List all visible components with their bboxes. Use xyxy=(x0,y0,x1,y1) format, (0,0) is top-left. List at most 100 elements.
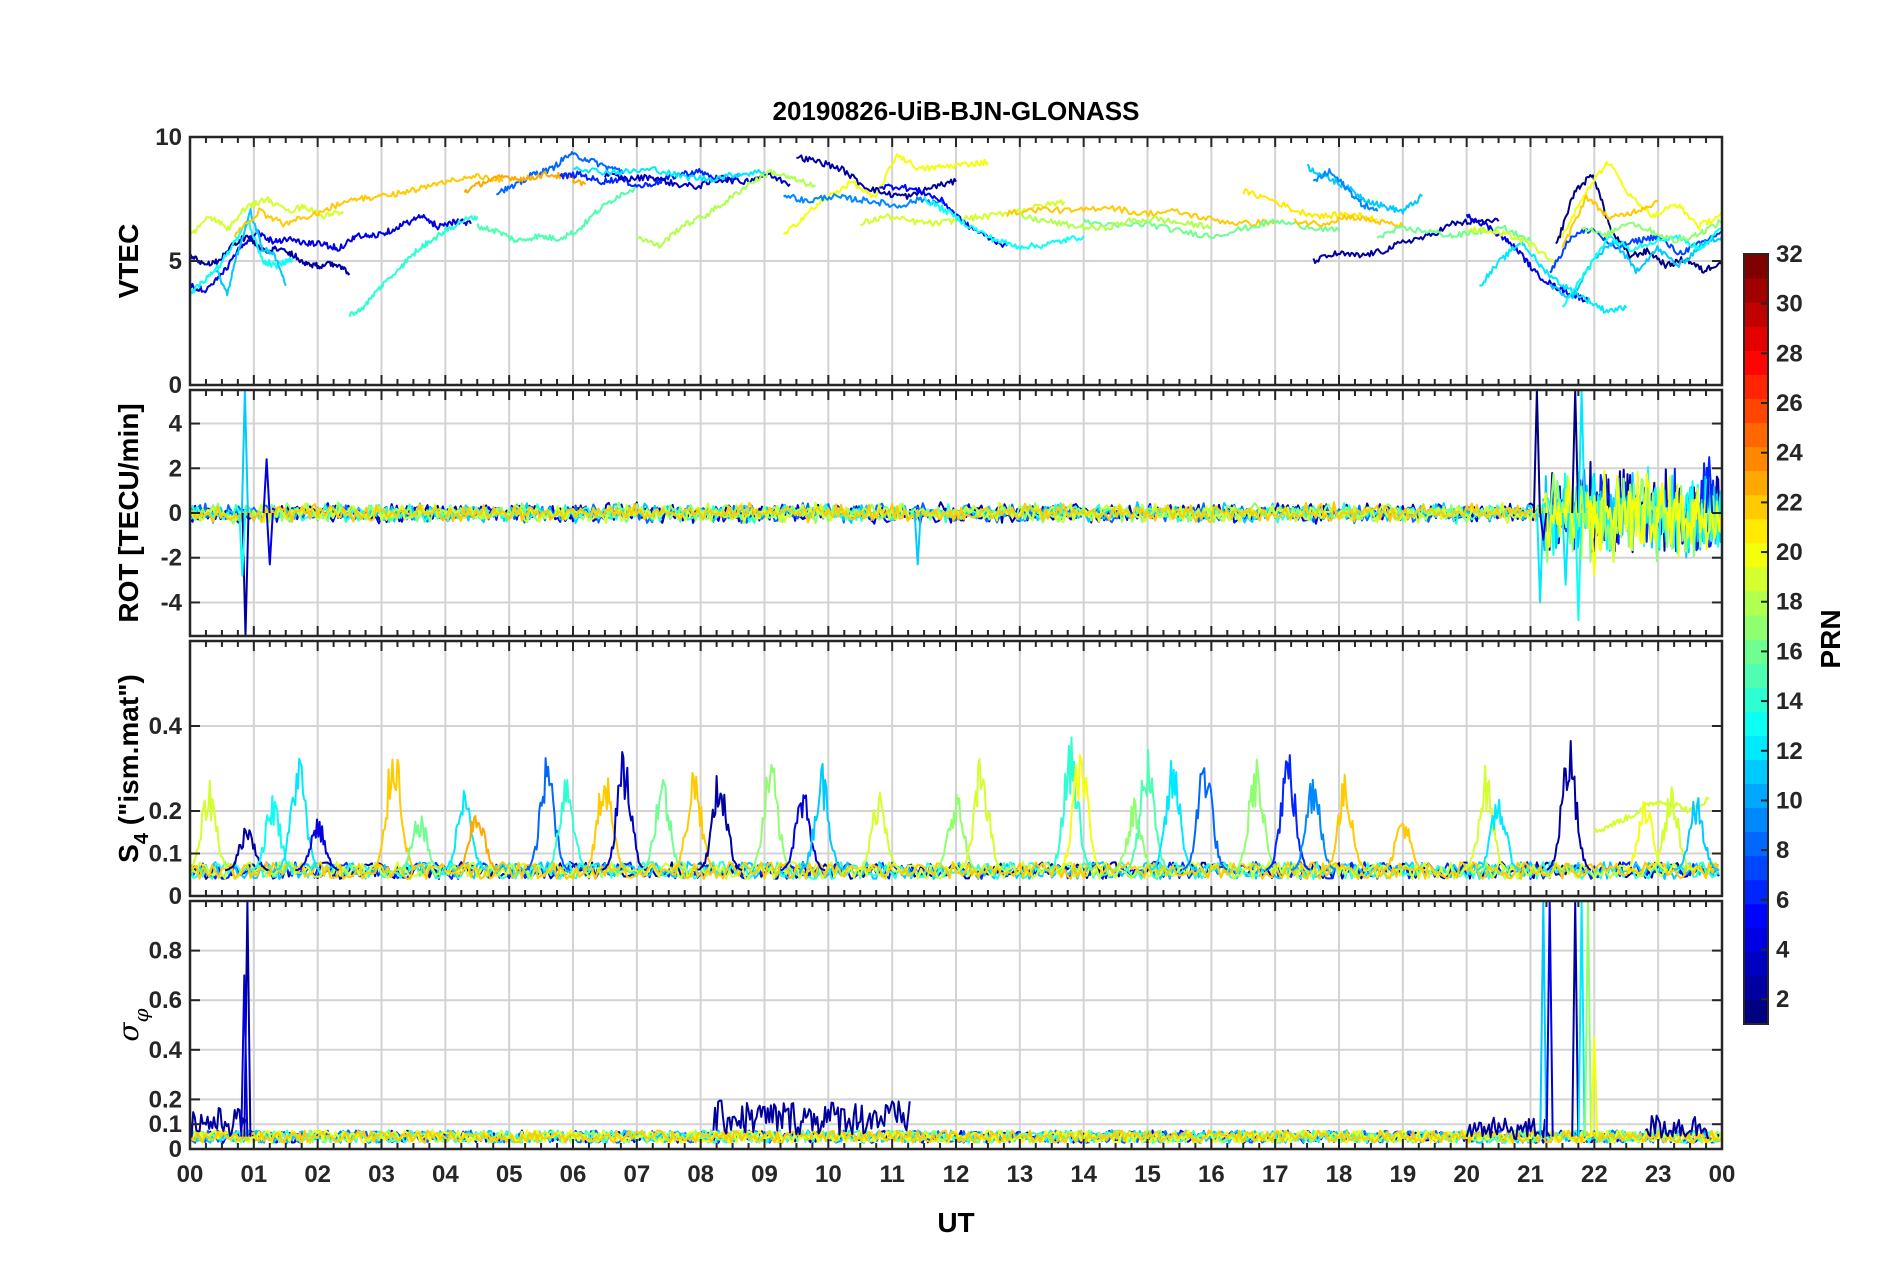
colorbar-segment xyxy=(1744,374,1768,399)
figure: 20190826-UiB-BJN-GLONASS 0510VTEC-4-2024… xyxy=(112,96,1846,1238)
y-tick-label: 0 xyxy=(169,500,182,527)
s4-burst-prn-14 xyxy=(1048,736,1094,871)
y-tick-label: -4 xyxy=(161,589,183,616)
colorbar: 2468101214161820222426283032PRN xyxy=(1743,241,1846,1025)
x-tick-label: 19 xyxy=(1389,1161,1416,1188)
colorbar-segment xyxy=(1744,903,1768,929)
colorbar-tick-label: 22 xyxy=(1776,489,1803,516)
colorbar-tick-label: 30 xyxy=(1776,291,1803,318)
colorbar-segment xyxy=(1744,855,1768,881)
spike-prn-1 xyxy=(1532,389,1541,514)
sigma-elevated-prn-2 xyxy=(712,1099,911,1136)
colorbar-tick-label: 20 xyxy=(1776,539,1803,566)
colorbar-segment xyxy=(1744,422,1768,448)
colorbar-tick-label: 18 xyxy=(1776,589,1803,616)
colorbar-tick-label: 28 xyxy=(1776,340,1803,367)
colorbar-segment xyxy=(1744,494,1768,520)
x-tick-label: 09 xyxy=(751,1161,778,1188)
colorbar-segment xyxy=(1744,663,1768,688)
colorbar-segment xyxy=(1744,831,1768,857)
series-prn-14 xyxy=(348,215,479,318)
x-tick-label: 13 xyxy=(1006,1161,1033,1188)
y-axis-label-vtec: VTEC xyxy=(113,224,144,299)
colorbar-tick-label: 2 xyxy=(1776,986,1789,1013)
colorbar-segment xyxy=(1744,759,1768,784)
colorbar-segment xyxy=(1744,542,1768,568)
y-axis-label-sigma_phi: σφ xyxy=(112,1008,153,1041)
x-tick-label: 11 xyxy=(879,1161,904,1188)
series-prn-9 xyxy=(1312,168,1379,212)
spike-prn-11 xyxy=(913,512,922,566)
x-tick-label: 02 xyxy=(304,1161,331,1188)
panel-rot: -4 -2 0 2 4 ROT [TECU/min] xyxy=(113,388,1724,638)
colorbar-segment xyxy=(1744,687,1768,712)
y-tick-label: 0 xyxy=(169,372,182,399)
colorbar-segment xyxy=(1744,711,1768,736)
sigma-label-main: σ xyxy=(112,1022,145,1042)
s4-burst-prn-14 xyxy=(543,779,590,871)
x-tick-label: 21 xyxy=(1517,1161,1544,1188)
s4-burst-prn-19 xyxy=(856,792,903,871)
traces-s4 xyxy=(189,736,1720,880)
colorbar-tick-label: 8 xyxy=(1776,837,1789,864)
s4-burst-prn-22 xyxy=(1322,773,1369,872)
s4-label-rest: ("ism.mat") xyxy=(113,674,144,833)
x-tick-label: 22 xyxy=(1581,1161,1608,1188)
y-tick-label: 0.2 xyxy=(149,798,182,825)
spike-prn-11 xyxy=(240,389,249,514)
y-tick-label: 4 xyxy=(169,411,183,438)
x-tick-label: 16 xyxy=(1198,1161,1225,1188)
colorbar-label: PRN xyxy=(1815,609,1846,668)
colorbar-segment xyxy=(1744,807,1768,833)
x-tick-label: 17 xyxy=(1262,1161,1289,1188)
series-prn-2 xyxy=(796,154,957,200)
y-tick-label: 5 xyxy=(169,248,182,275)
x-tick-label: 00 xyxy=(177,1161,204,1188)
series-prn-9 xyxy=(783,193,945,209)
y-tick-label: 0.4 xyxy=(149,713,183,740)
s4-burst-prn-2 xyxy=(697,775,743,871)
spike-prn-11 xyxy=(1539,900,1548,1137)
y-axis-label-rot: ROT [TECU/min] xyxy=(113,403,144,622)
s4-label-main: S xyxy=(113,844,144,863)
s4-burst-prn-2 xyxy=(1546,740,1592,871)
colorbar-tick-label: 24 xyxy=(1776,440,1803,467)
x-tick-label: 10 xyxy=(815,1161,842,1188)
y-tick-label: 0.1 xyxy=(149,841,182,868)
x-tick-label: 01 xyxy=(240,1161,267,1188)
series-prn-12 xyxy=(1479,238,1628,314)
colorbar-segment xyxy=(1744,326,1768,351)
colorbar-segment xyxy=(1744,254,1768,279)
spike-prn-2 xyxy=(241,512,250,637)
y-tick-label: 0.2 xyxy=(149,1086,182,1113)
chart-title: 20190826-UiB-BJN-GLONASS xyxy=(772,96,1139,126)
colorbar-segment xyxy=(1744,566,1768,592)
panel-s4: 0 0.1 0.2 0.4S4 ("ism.mat") xyxy=(113,639,1724,910)
y-tick-label: 2 xyxy=(169,455,182,482)
colorbar-segment xyxy=(1744,470,1768,496)
y-tick-label: 0.1 xyxy=(149,1111,182,1138)
s4-burst-prn-22 xyxy=(582,777,628,871)
s4-burst-prn-22 xyxy=(671,772,717,871)
x-axis: 00 01 02 03 04 05 06 07 08 09 10 11 12 13 14 15 16 17 18 19… xyxy=(177,1161,1736,1188)
x-tick-label: 00 xyxy=(1709,1161,1736,1188)
x-tick-label: 04 xyxy=(432,1161,459,1188)
series-prn-22 xyxy=(1561,194,1659,249)
colorbar-tick-label: 14 xyxy=(1776,688,1803,715)
colorbar-segment xyxy=(1744,783,1768,809)
y-tick-label: -2 xyxy=(161,545,182,572)
colorbar-segment xyxy=(1744,446,1768,472)
x-tick-label: 12 xyxy=(943,1161,970,1188)
colorbar-tick-label: 26 xyxy=(1776,390,1803,417)
colorbar-tick-label: 12 xyxy=(1776,738,1803,765)
x-tick-label: 03 xyxy=(368,1161,395,1188)
s4-burst-prn-9 xyxy=(1290,778,1337,871)
x-axis-label: UT xyxy=(937,1207,974,1238)
x-tick-label: 15 xyxy=(1134,1161,1161,1188)
x-tick-label: 08 xyxy=(687,1161,714,1188)
colorbar-tick-label: 4 xyxy=(1776,936,1790,963)
spike-prn-17 xyxy=(1584,900,1592,1137)
colorbar-segment xyxy=(1744,302,1768,327)
y-tick-label: 0 xyxy=(169,883,182,910)
panel-vtec: 0 5 10 VTEC xyxy=(113,124,1724,399)
